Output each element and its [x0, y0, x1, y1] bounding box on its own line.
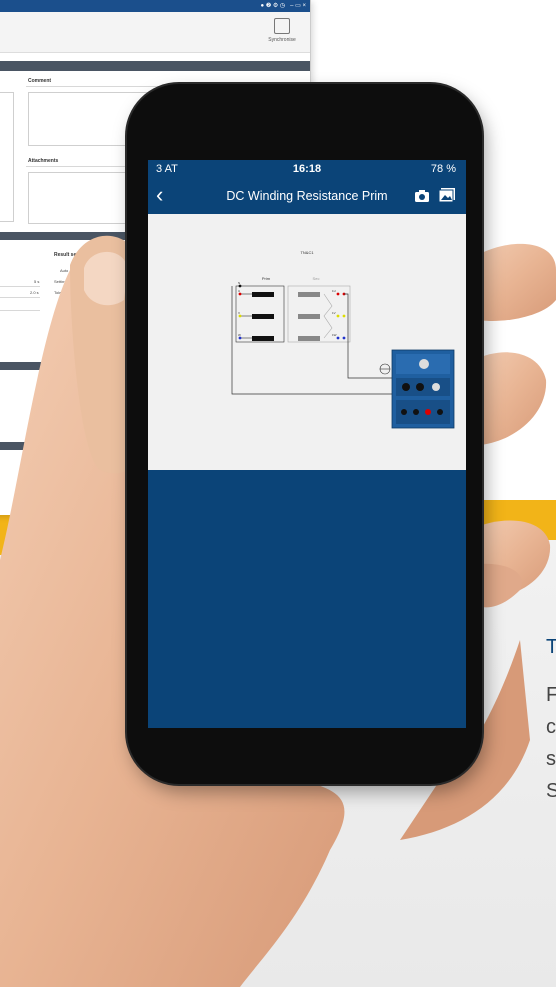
- wiring-diagram: TN&C1 Prim Sec N U V W 1U 1V 1W: [148, 214, 466, 470]
- terminal-v: V: [238, 311, 240, 315]
- status-bar: 3 AT 16:18 78 %: [148, 160, 466, 180]
- back-chevron-icon[interactable]: ‹: [156, 184, 163, 206]
- terminal-1v: 1V: [332, 311, 336, 315]
- feature-text-line-1: F: [546, 684, 556, 706]
- terminal-1u: 1U: [332, 289, 336, 293]
- navigation-bar: ‹ DC Winding Resistance Prim: [148, 180, 466, 214]
- camera-icon[interactable]: [414, 189, 430, 203]
- highlight-frame: [343, 600, 466, 728]
- status-time: 16:18: [292, 163, 322, 175]
- feature-text-line-3: s: [546, 748, 556, 770]
- sec-label: Sec: [313, 276, 320, 281]
- feature-text-line-2: c: [546, 716, 556, 738]
- diagram-title: TN&C1: [300, 250, 314, 255]
- terminal-w: W: [238, 333, 241, 337]
- wiring-diagram-svg: TN&C1 Prim Sec N U V W 1U 1V 1W: [231, 250, 455, 429]
- terminal-n: N: [238, 281, 240, 285]
- screen-title: DC Winding Resistance Prim: [226, 189, 388, 203]
- terminal-u: U: [238, 289, 240, 293]
- feature-heading: T: [546, 636, 556, 658]
- prim-label: Prim: [262, 276, 271, 281]
- battery-label: 78 %: [430, 163, 456, 175]
- feature-text-line-4: S: [546, 780, 556, 802]
- phone-screen: 3 AT 16:18 78 % ‹ DC Winding Resistance …: [148, 160, 466, 728]
- terminal-1w: 1W: [332, 333, 337, 337]
- image-icon[interactable]: [438, 187, 456, 203]
